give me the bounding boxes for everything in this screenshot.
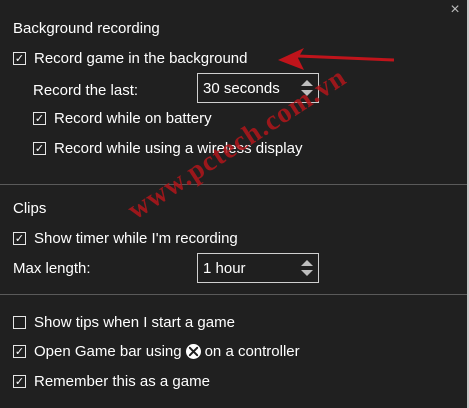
remember-game-checkbox[interactable]: Remember this as a game	[13, 371, 210, 391]
section-divider	[0, 294, 467, 295]
record-in-background-checkbox[interactable]: Record game in the background	[13, 48, 247, 68]
max-length-select[interactable]: 1 hour	[197, 253, 319, 283]
game-bar-settings-panel: × Background recording Record game in th…	[0, 0, 469, 408]
checkbox-checked-icon[interactable]	[13, 231, 26, 245]
close-icon[interactable]: ×	[447, 2, 463, 18]
spinner-icon[interactable]	[298, 254, 316, 282]
show-tips-label: Show tips when I start a game	[34, 313, 235, 331]
show-timer-label: Show timer while I'm recording	[34, 229, 238, 247]
show-tips-checkbox[interactable]: Show tips when I start a game	[13, 312, 235, 332]
open-game-bar-label-end: on a controller	[204, 342, 300, 360]
record-the-last-label: Record the last:	[33, 81, 139, 99]
remember-game-label: Remember this as a game	[34, 372, 210, 390]
open-game-bar-label-start: Open Game bar using	[34, 342, 182, 360]
xbox-logo-icon	[185, 343, 201, 359]
record-on-battery-label: Record while on battery	[54, 109, 212, 127]
show-timer-checkbox[interactable]: Show timer while I'm recording	[13, 228, 238, 248]
checkbox-checked-icon[interactable]	[13, 374, 26, 388]
record-the-last-row: Record the last:	[33, 80, 138, 100]
checkbox-checked-icon[interactable]	[33, 111, 46, 125]
checkbox-checked-icon[interactable]	[33, 141, 46, 155]
section-heading-clips: Clips	[13, 200, 47, 217]
open-game-bar-checkbox[interactable]: Open Game bar using on a controller	[13, 341, 300, 361]
checkbox-checked-icon[interactable]	[13, 344, 26, 358]
max-length-row: Max length:	[13, 258, 91, 278]
max-length-label: Max length:	[13, 259, 91, 277]
section-divider	[0, 184, 467, 185]
record-on-battery-checkbox[interactable]: Record while on battery	[33, 108, 212, 128]
checkbox-checked-icon[interactable]	[13, 51, 26, 65]
checkbox-unchecked-icon[interactable]	[13, 315, 26, 329]
max-length-value: 1 hour	[203, 259, 246, 277]
record-in-background-label: Record game in the background	[34, 49, 248, 67]
section-heading-background-recording: Background recording	[13, 20, 160, 37]
